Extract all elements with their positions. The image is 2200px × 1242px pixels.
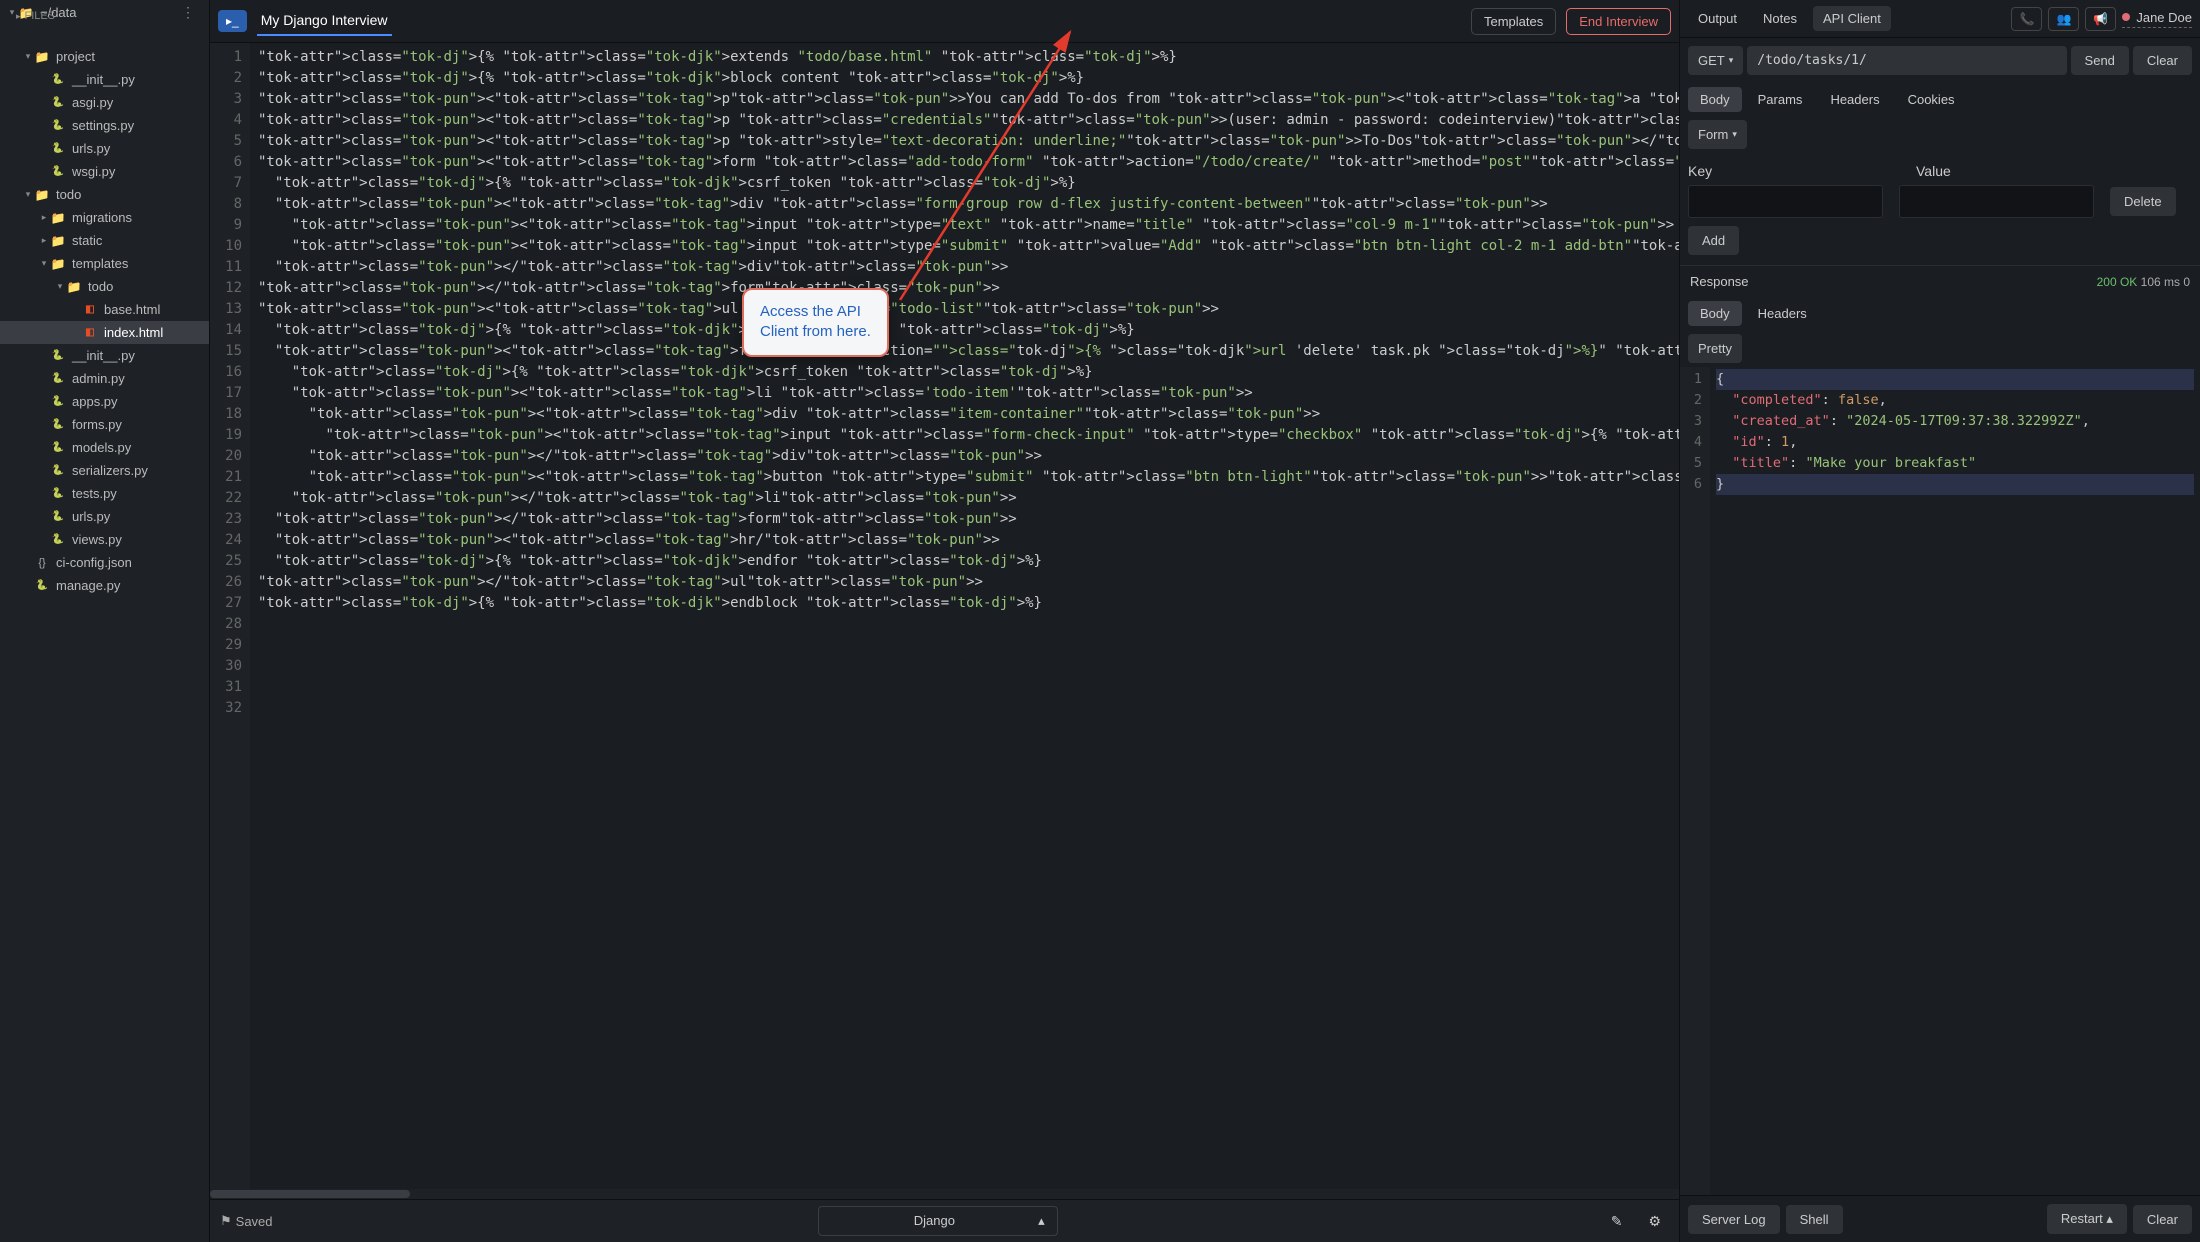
- restart-button[interactable]: Restart ▴: [2047, 1204, 2127, 1234]
- folder-todo[interactable]: ▾📁todo: [0, 275, 209, 298]
- delete-row-button[interactable]: Delete: [2110, 187, 2176, 216]
- editor-horizontal-scrollbar[interactable]: [210, 1189, 1679, 1199]
- file-admin.py[interactable]: 🐍admin.py: [0, 367, 209, 390]
- announce-icon[interactable]: 📢: [2085, 7, 2116, 31]
- chevron-down-icon: ▾: [1729, 55, 1734, 66]
- file-wsgi.py[interactable]: 🐍wsgi.py: [0, 160, 209, 183]
- key-header: Key: [1688, 163, 1898, 179]
- file-__init__.py[interactable]: 🐍__init__.py: [0, 344, 209, 367]
- files-header: FILES: [25, 10, 56, 22]
- shell-button[interactable]: Shell: [1786, 1205, 1843, 1234]
- file-views.py[interactable]: 🐍views.py: [0, 528, 209, 551]
- run-icon[interactable]: ▸_: [218, 10, 247, 32]
- response-body[interactable]: 123456 { "completed": false, "created_at…: [1680, 367, 2200, 1195]
- edit-icon[interactable]: ✎: [1603, 1207, 1631, 1236]
- files-panel: ▾ 📁 ~/data ⋮ ▸ FILES ▾📁project🐍__init__.…: [0, 0, 210, 1242]
- end-interview-button[interactable]: End Interview: [1566, 8, 1671, 35]
- invite-icon[interactable]: 👥: [2048, 7, 2079, 31]
- file-tree: ▾📁project🐍__init__.py🐍asgi.py🐍settings.p…: [0, 43, 209, 1242]
- file-forms.py[interactable]: 🐍forms.py: [0, 413, 209, 436]
- reqtab-cookies[interactable]: Cookies: [1896, 87, 1967, 112]
- editor-region: ▸_ My Django Interview Templates End Int…: [210, 0, 1680, 1242]
- code-editor[interactable]: 1234567891011121314151617181920212223242…: [210, 43, 1679, 1189]
- settings-icon[interactable]: ⚙: [1640, 1207, 1669, 1236]
- resptab-headers[interactable]: Headers: [1746, 301, 1819, 326]
- reqtab-params[interactable]: Params: [1746, 87, 1815, 112]
- file-urls.py[interactable]: 🐍urls.py: [0, 137, 209, 160]
- folder-project[interactable]: ▾📁project: [0, 45, 209, 68]
- clear-output-button[interactable]: Clear: [2133, 1205, 2192, 1234]
- folder-todo[interactable]: ▾📁todo: [0, 183, 209, 206]
- folder-static[interactable]: ▸📁static: [0, 229, 209, 252]
- annotation-callout: Access the API Client from here.: [742, 288, 889, 357]
- right-tabs: Output Notes API Client 📞 👥 📢 Jane Doe: [1680, 0, 2200, 38]
- file-urls.py[interactable]: 🐍urls.py: [0, 505, 209, 528]
- file-asgi.py[interactable]: 🐍asgi.py: [0, 91, 209, 114]
- api-client: GET ▾ Send Clear Body Params Headers Coo…: [1680, 38, 2200, 1195]
- language-select[interactable]: Django ▴: [818, 1206, 1058, 1236]
- interview-title: My Django Interview: [257, 6, 392, 36]
- file-base.html[interactable]: ◧base.html: [0, 298, 209, 321]
- send-button[interactable]: Send: [2071, 46, 2129, 75]
- file-serializers.py[interactable]: 🐍serializers.py: [0, 459, 209, 482]
- user-name[interactable]: Jane Doe: [2122, 10, 2192, 28]
- file-manage.py[interactable]: 🐍manage.py: [0, 574, 209, 597]
- statusbar: ⚑ Saved Django ▴ ✎ ⚙: [210, 1199, 1679, 1242]
- file-settings.py[interactable]: 🐍settings.py: [0, 114, 209, 137]
- reqtab-body[interactable]: Body: [1688, 87, 1742, 112]
- tab-notes[interactable]: Notes: [1753, 6, 1807, 31]
- status-dot-icon: [2122, 13, 2130, 21]
- clear-request-button[interactable]: Clear: [2133, 46, 2192, 75]
- file-index.html[interactable]: ◧index.html: [0, 321, 209, 344]
- tab-output[interactable]: Output: [1688, 6, 1747, 31]
- resptab-body[interactable]: Body: [1688, 301, 1742, 326]
- saved-indicator: ⚑ Saved: [220, 1213, 273, 1229]
- response-label: Response: [1690, 274, 1749, 289]
- file-models.py[interactable]: 🐍models.py: [0, 436, 209, 459]
- server-log-button[interactable]: Server Log: [1688, 1205, 1780, 1234]
- add-row-button[interactable]: Add: [1688, 226, 1739, 255]
- value-input[interactable]: [1899, 185, 2094, 218]
- folder-templates[interactable]: ▾📁templates: [0, 252, 209, 275]
- pretty-toggle[interactable]: Pretty: [1688, 334, 1742, 363]
- right-panel: Output Notes API Client 📞 👥 📢 Jane Doe G…: [1680, 0, 2200, 1242]
- url-input[interactable]: [1747, 46, 2066, 75]
- body-type-select[interactable]: Form ▾: [1688, 120, 1747, 149]
- templates-button[interactable]: Templates: [1471, 8, 1556, 35]
- call-icon[interactable]: 📞: [2011, 7, 2042, 31]
- file-__init__.py[interactable]: 🐍__init__.py: [0, 68, 209, 91]
- folder-migrations[interactable]: ▸📁migrations: [0, 206, 209, 229]
- editor-topbar: ▸_ My Django Interview Templates End Int…: [210, 0, 1679, 43]
- file-tests.py[interactable]: 🐍tests.py: [0, 482, 209, 505]
- file-apps.py[interactable]: 🐍apps.py: [0, 390, 209, 413]
- http-method-select[interactable]: GET ▾: [1688, 46, 1743, 75]
- reqtab-headers[interactable]: Headers: [1818, 87, 1891, 112]
- key-input[interactable]: [1688, 185, 1883, 218]
- value-header: Value: [1916, 163, 2192, 179]
- chevron-up-icon: ▴: [1038, 1213, 1045, 1229]
- file-ci-config.json[interactable]: {}ci-config.json: [0, 551, 209, 574]
- files-menu-icon[interactable]: ⋮: [177, 0, 199, 25]
- response-status: 200 OK 106 ms 0: [2097, 275, 2190, 289]
- tab-api-client[interactable]: API Client: [1813, 6, 1891, 31]
